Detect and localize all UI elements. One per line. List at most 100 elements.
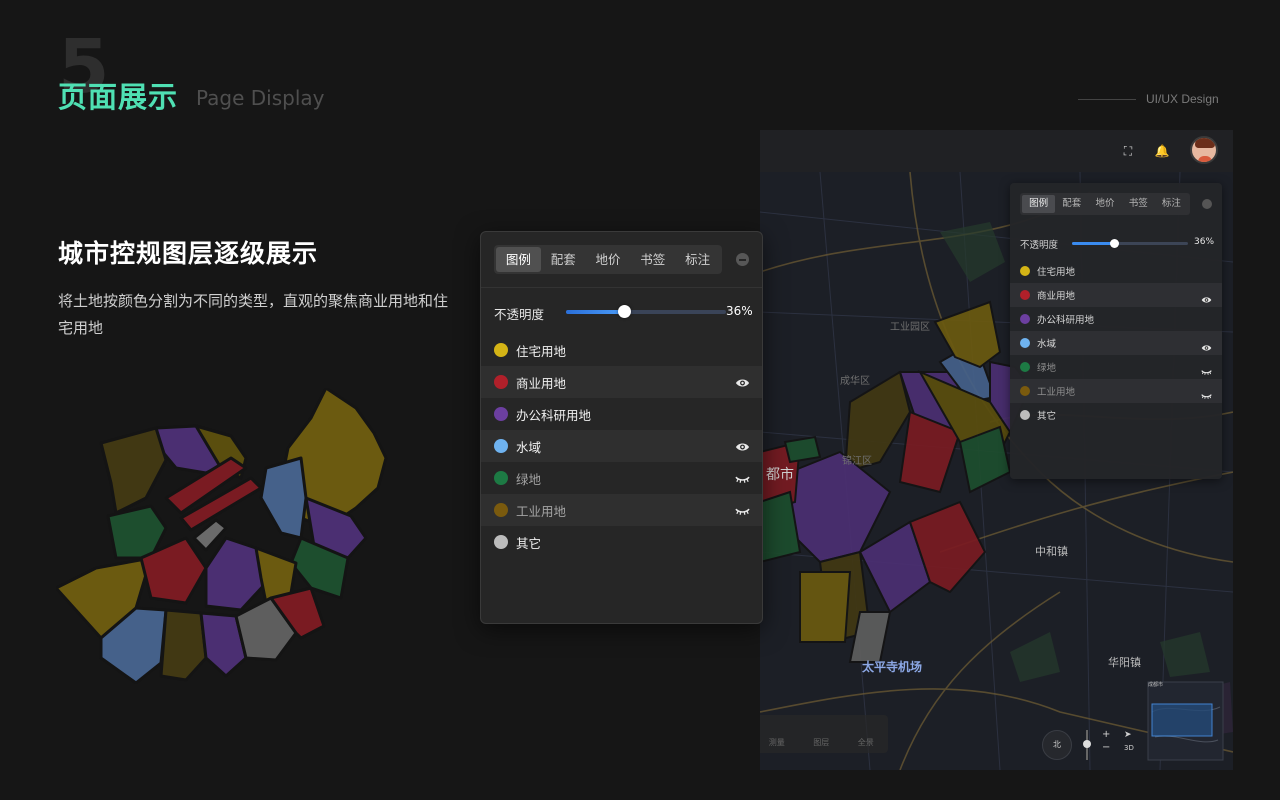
divider <box>1078 99 1136 100</box>
legend-color-swatch <box>1020 338 1030 348</box>
tab-land-price[interactable]: 地价 <box>586 247 631 272</box>
collapse-icon[interactable] <box>736 253 749 266</box>
section-description: 将土地按颜色分割为不同的类型，直观的聚焦商业用地和住宅用地 <box>58 292 449 337</box>
map-label: 太平寺机场 <box>862 660 923 674</box>
mini-legend-tabs: 图例 配套 地价 书签 标注 <box>1020 193 1190 215</box>
mini-tab-annotations[interactable]: 标注 <box>1155 195 1188 213</box>
legend-item[interactable]: 商业用地 <box>481 366 762 398</box>
opacity-slider[interactable] <box>1072 239 1188 248</box>
legend-item-label: 办公科研用地 <box>1037 315 1095 326</box>
legend-item[interactable]: 绿地 <box>481 462 762 494</box>
bell-icon[interactable]: 🔔 <box>1154 143 1170 159</box>
eye-closed-icon[interactable] <box>735 503 750 517</box>
legend-item-label: 工业用地 <box>1037 387 1076 398</box>
legend-color-swatch <box>494 535 508 549</box>
map-toolbar: 标注 测量 图层 全景 <box>760 715 888 753</box>
app-topbar: ⛶ 🔔 <box>760 130 1233 172</box>
legend-panel: 图例 配套 地价 书签 标注 不透明度 36% 住宅用地商业用地办公科研用地 水域… <box>480 231 763 624</box>
page-subtitle: Page Display <box>196 86 325 110</box>
eye-icon[interactable] <box>1201 338 1212 351</box>
legend-item[interactable]: 其它 <box>481 526 762 558</box>
mini-tab-bookmarks[interactable]: 书签 <box>1122 195 1155 213</box>
pitch-slider[interactable] <box>1082 730 1092 760</box>
mini-tab-legend[interactable]: 图例 <box>1022 195 1056 213</box>
legend-item[interactable]: 水域 <box>1010 331 1222 355</box>
zone-water <box>259 456 308 540</box>
zoning-map-illustration <box>56 388 388 684</box>
legend-item[interactable]: 其它 <box>1010 403 1222 427</box>
mini-tab-land-price[interactable]: 地价 <box>1088 195 1121 213</box>
cursor-icon[interactable]: ➤ <box>1124 730 1132 740</box>
opacity-slider[interactable] <box>566 305 726 318</box>
map-label: 都市 <box>766 467 794 483</box>
legend-item[interactable]: 住宅用地 <box>1010 259 1222 283</box>
legend-item-label: 水域 <box>516 440 542 455</box>
map-label: 成华区 <box>840 376 870 387</box>
eye-closed-icon[interactable] <box>1201 362 1212 375</box>
mini-tab-facilities[interactable]: 配套 <box>1055 195 1088 213</box>
legend-panel-header: 图例 配套 地价 书签 标注 <box>481 232 762 288</box>
avatar[interactable] <box>1190 136 1218 164</box>
legend-item[interactable]: 绿地 <box>1010 355 1222 379</box>
map-label: 锦江区 <box>842 456 872 467</box>
toolbar-button-layers[interactable]: 图层 <box>799 715 844 753</box>
legend-item[interactable]: 工业用地 <box>481 494 762 526</box>
legend-item[interactable]: 办公科研用地 <box>481 398 762 430</box>
eye-closed-icon[interactable] <box>735 471 750 485</box>
zone-residential <box>159 608 208 682</box>
opacity-label: 不透明度 <box>1020 240 1059 251</box>
legend-item[interactable]: 住宅用地 <box>481 334 762 366</box>
legend-color-swatch <box>1020 290 1030 300</box>
opacity-slider-handle[interactable] <box>1109 239 1119 248</box>
tab-bookmarks[interactable]: 书签 <box>630 247 675 272</box>
legend-item[interactable]: 工业用地 <box>1010 379 1222 403</box>
legend-color-swatch <box>494 439 508 453</box>
legend-color-swatch <box>1020 386 1030 396</box>
legend-tabs: 图例 配套 地价 书签 标注 <box>494 245 722 274</box>
fullscreen-icon[interactable]: ⛶ <box>1120 143 1136 159</box>
toolbar-button-panorama[interactable]: 全景 <box>844 715 889 753</box>
legend-item-label: 住宅用地 <box>1037 267 1076 278</box>
legend-color-swatch <box>1020 266 1030 276</box>
opacity-value: 36% <box>726 304 753 318</box>
compass[interactable]: 北 <box>1042 730 1072 760</box>
opacity-slider-fill <box>1072 242 1114 245</box>
eye-closed-icon[interactable] <box>1201 386 1212 399</box>
opacity-value: 36% <box>1194 237 1215 247</box>
map-label: 华阳镇 <box>1108 656 1141 669</box>
mini-legend-panel: 图例 配套 地价 书签 标注 不透明度 36% 住宅用地商业用地办公科研用地 水域… <box>1010 183 1222 479</box>
section-title: 城市控规图层逐级展示 <box>58 239 319 268</box>
eye-icon[interactable] <box>735 375 750 389</box>
brand-label: UI/UX Design <box>1146 92 1219 106</box>
app-screen: ⛶ 🔔 工业园区 成华区 锦江区 都市 中和镇 华阳镇 太平寺机场 测量 图层 … <box>760 130 1233 770</box>
map-label: 中和镇 <box>1035 545 1068 558</box>
opacity-slider-handle[interactable] <box>617 305 631 318</box>
toolbar-button-measure[interactable]: 测量 <box>760 715 799 753</box>
eye-icon[interactable] <box>735 439 750 453</box>
zoom-in-button[interactable]: + <box>1102 729 1110 740</box>
3d-toggle[interactable]: 3D <box>1124 744 1134 752</box>
tab-legend[interactable]: 图例 <box>496 247 541 272</box>
legend-item-label: 住宅用地 <box>516 344 567 359</box>
legend-item[interactable]: 商业用地 <box>1010 283 1222 307</box>
tab-facilities[interactable]: 配套 <box>541 247 586 272</box>
legend-item-label: 办公科研用地 <box>516 408 592 423</box>
legend-item-label: 工业用地 <box>516 504 567 519</box>
map-label: 工业园区 <box>890 322 930 333</box>
legend-color-swatch <box>1020 410 1030 420</box>
legend-color-swatch <box>494 407 508 421</box>
page-title: 页面展示 <box>58 80 179 114</box>
eye-icon[interactable] <box>1201 290 1212 303</box>
opacity-slider-fill <box>566 310 624 314</box>
legend-color-swatch <box>494 375 508 389</box>
tab-annotations[interactable]: 标注 <box>675 247 720 272</box>
legend-item-label: 绿地 <box>516 472 542 487</box>
legend-item[interactable]: 水域 <box>481 430 762 462</box>
legend-item-label: 水域 <box>1037 339 1057 350</box>
minimap[interactable] <box>1147 681 1224 761</box>
minimap-label: 成都市 <box>1148 682 1164 688</box>
zoom-out-button[interactable]: − <box>1102 742 1110 753</box>
opacity-label: 不透明度 <box>494 307 545 322</box>
legend-item[interactable]: 办公科研用地 <box>1010 307 1222 331</box>
close-icon[interactable] <box>1202 199 1212 209</box>
